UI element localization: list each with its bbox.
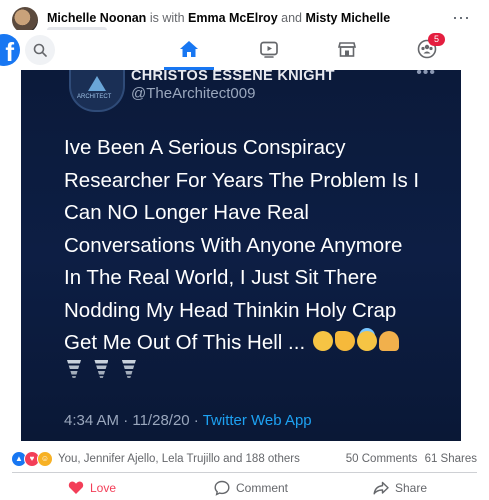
- tornado-emojis: [67, 360, 145, 383]
- comments-count[interactable]: 50 Comments: [346, 453, 418, 465]
- tab-home[interactable]: [164, 30, 214, 70]
- tab-marketplace[interactable]: [322, 30, 372, 70]
- avatar-caption: ARCHITECT: [77, 94, 112, 100]
- tornado-emoji-icon: [121, 360, 136, 378]
- tornado-emoji-icon: [67, 360, 81, 378]
- tab-watch[interactable]: [244, 30, 294, 70]
- comment-button[interactable]: Comment: [214, 478, 304, 498]
- tweet-time-date: 4:34 AM · 11/28/20 ·: [64, 412, 203, 429]
- tweet-author-name: CHRISTOS ESSENE KNIGHT: [131, 70, 335, 84]
- share-button[interactable]: Share: [373, 478, 453, 498]
- haha-reaction-icon: ☺: [37, 451, 53, 467]
- tagged-user-2[interactable]: Misty Michelle: [305, 11, 390, 25]
- share-label: Share: [395, 481, 428, 495]
- tweet-more-icon: •••: [416, 70, 436, 81]
- shares-count[interactable]: 61 Shares: [425, 453, 477, 465]
- post-author-line: Michelle Noonan is with Emma McElroy and…: [47, 11, 390, 25]
- laughing-emoji-icon: [312, 331, 333, 351]
- tweet-line-last: Get Me Out Of This Hell ...: [64, 327, 459, 360]
- video-icon: [260, 41, 278, 58]
- tweet-handle: @TheArchitect009: [131, 85, 256, 102]
- tweet-line: Can NO Longer Have Real: [64, 201, 309, 224]
- comment-icon: [214, 480, 230, 496]
- divider: [12, 472, 477, 473]
- notification-badge: 5: [428, 33, 445, 46]
- angel-emoji-icon: [356, 331, 377, 351]
- engagement-counts: 50 Comments 61 Shares: [346, 453, 477, 465]
- search-icon: [33, 43, 47, 57]
- love-button[interactable]: Love: [68, 478, 148, 498]
- tweet-text: Ive Been A Serious Conspiracy Researcher…: [64, 132, 459, 360]
- reaction-names[interactable]: You, Jennifer Ajello, Lela Trujillo and …: [58, 453, 300, 465]
- tweet-line: Researcher For Years The Problem Is I: [64, 168, 420, 192]
- and-text: and: [281, 11, 302, 25]
- tweet-line: Get Me Out Of This Hell ...: [64, 331, 306, 354]
- marketplace-icon: [337, 42, 357, 57]
- tweet-avatar: ARCHITECT: [69, 70, 125, 112]
- love-label: Love: [90, 481, 117, 495]
- with-text: is with: [149, 11, 185, 25]
- tweet-source-app: Twitter Web App: [202, 412, 312, 429]
- search-button[interactable]: [25, 35, 55, 65]
- home-icon: [180, 41, 198, 57]
- share-icon: [373, 481, 389, 495]
- tweet-timestamp: 4:34 AM · 11/28/20 · Twitter Web App: [64, 412, 312, 429]
- comment-label: Comment: [236, 481, 289, 495]
- top-navigation: f 5: [0, 30, 489, 70]
- heart-icon: [68, 481, 84, 494]
- reactions-summary: ▲ ♥ ☺ You, Jennifer Ajello, Lela Trujillo …: [0, 448, 489, 470]
- tweet-line: In The Real World, I Just Sit There: [64, 266, 378, 289]
- reaction-icons[interactable]: ▲ ♥ ☺: [11, 451, 53, 467]
- thumbs-up-emoji-icon: [334, 331, 355, 351]
- tab-groups[interactable]: 5: [402, 30, 452, 70]
- author-name[interactable]: Michelle Noonan: [47, 11, 146, 25]
- post-image-tweet[interactable]: ARCHITECT CHRISTOS ESSENE KNIGHT @TheArc…: [21, 70, 461, 441]
- facebook-logo[interactable]: f: [0, 34, 20, 67]
- praying-hands-emoji-icon: [378, 331, 399, 351]
- tornado-emoji-icon: [94, 360, 109, 378]
- more-horizontal-icon[interactable]: ⋯: [452, 8, 471, 29]
- tweet-line: Conversations With Anyone Anymore: [64, 233, 403, 257]
- tweet-line: Ive Been A Serious Conspiracy: [64, 136, 346, 159]
- tagged-user-1[interactable]: Emma McElroy: [188, 11, 278, 25]
- tweet-line: Nodding My Head Thinkin Holy Crap: [64, 298, 397, 322]
- architect-logo-icon: [88, 76, 106, 91]
